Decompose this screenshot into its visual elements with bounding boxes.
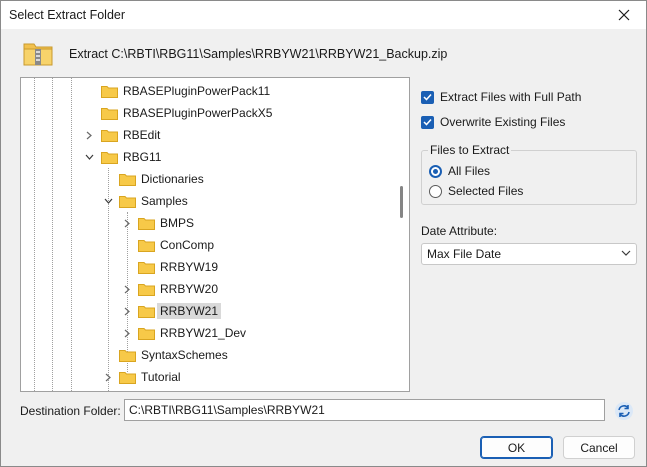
folder-icon xyxy=(119,195,136,208)
dialog-window: Select Extract Folder Extract C:\RBTI\RB… xyxy=(0,0,647,467)
chevron-down-icon xyxy=(85,154,93,160)
tree-node-label: RBG11 xyxy=(123,150,162,164)
tree-node-label: RRBYW21 xyxy=(157,303,222,319)
tree-node-label: RRBYW21_Dev xyxy=(160,326,247,340)
tree-node-samples[interactable]: Samples xyxy=(119,191,191,211)
tree-node-syntaxschemes[interactable]: SyntaxSchemes xyxy=(119,345,231,365)
chevron-right-icon xyxy=(105,373,111,381)
tree-node-bmps[interactable]: BMPS xyxy=(138,213,197,233)
folder-icon xyxy=(138,239,155,252)
expand-tutorial[interactable] xyxy=(103,372,113,382)
title-bar: Select Extract Folder xyxy=(1,1,646,29)
folder-icon xyxy=(101,107,118,120)
ok-button[interactable]: OK xyxy=(480,436,553,459)
tree-node-label: SyntaxSchemes xyxy=(141,348,228,362)
all-files-radio[interactable]: All Files xyxy=(429,164,490,178)
collapse-rbg11[interactable] xyxy=(84,152,94,162)
chevron-right-icon xyxy=(124,307,130,315)
tree-node-label: RRBYW19 xyxy=(160,260,219,274)
folder-icon xyxy=(138,261,155,274)
refresh-button[interactable] xyxy=(613,400,635,422)
tree-node-rbedit[interactable]: RBEdit xyxy=(101,125,163,145)
close-button[interactable] xyxy=(602,1,646,29)
files-to-extract-title: Files to Extract xyxy=(428,143,512,157)
folder-icon xyxy=(138,283,155,296)
checkbox-checked-icon xyxy=(421,115,434,129)
folder-icon xyxy=(101,151,118,164)
folder-icon xyxy=(138,305,155,318)
chevron-right-icon xyxy=(86,131,92,139)
tree-node-rbasepluginpowerpackx5[interactable]: RBASEPluginPowerPackX5 xyxy=(101,103,275,123)
tree-node-rrbyw21[interactable]: RRBYW21 xyxy=(138,301,222,321)
tree-node-tutorial[interactable]: Tutorial xyxy=(119,367,184,387)
overwrite-label: Overwrite Existing Files xyxy=(440,115,566,129)
collapse-samples[interactable] xyxy=(103,196,113,206)
radio-selected-icon xyxy=(429,164,442,178)
tree-node-label: Samples xyxy=(141,194,188,208)
expand-rrbyw21-dev[interactable] xyxy=(122,328,132,338)
selected-files-radio[interactable]: Selected Files xyxy=(429,184,523,198)
radio-unselected-icon xyxy=(429,184,442,198)
selected-files-label: Selected Files xyxy=(448,184,524,198)
tree-node-label: RBASEPluginPowerPackX5 xyxy=(123,106,273,120)
destination-value: C:\RBTI\RBG11\Samples\RRBYW21 xyxy=(129,403,325,417)
date-attribute-value: Max File Date xyxy=(427,247,502,261)
tree-node-label: BMPS xyxy=(160,216,195,230)
folder-icon xyxy=(138,327,155,340)
tree-node-label: ConComp xyxy=(160,238,215,252)
tree-node-dictionaries[interactable]: Dictionaries xyxy=(119,169,207,189)
expand-rrbyw21[interactable] xyxy=(122,306,132,316)
expand-rrbyw20[interactable] xyxy=(122,284,132,294)
destination-label: Destination Folder: xyxy=(20,404,121,418)
folder-tree[interactable]: RBASEPluginPowerPack11 RBASEPluginPowerP… xyxy=(20,77,410,392)
tree-node-label: RRBYW20 xyxy=(160,282,219,296)
tree-node-rbasepluginpowerpack11[interactable]: RBASEPluginPowerPack11 xyxy=(101,81,273,101)
destination-input[interactable]: C:\RBTI\RBG11\Samples\RRBYW21 xyxy=(124,399,605,421)
tree-node-rrbyw19[interactable]: RRBYW19 xyxy=(138,257,221,277)
folder-icon xyxy=(119,349,136,362)
overwrite-checkbox[interactable]: Overwrite Existing Files xyxy=(421,115,565,129)
tree-guide xyxy=(71,78,72,391)
folder-icon xyxy=(119,173,136,186)
chevron-right-icon xyxy=(124,285,130,293)
tree-node-rrbyw20[interactable]: RRBYW20 xyxy=(138,279,221,299)
all-files-label: All Files xyxy=(448,164,491,178)
zip-folder-icon xyxy=(23,43,53,66)
tree-node-concomp[interactable]: ConComp xyxy=(138,235,217,255)
folder-icon xyxy=(101,85,118,98)
tree-node-label: Dictionaries xyxy=(141,172,204,186)
tree-guide xyxy=(52,78,53,391)
checkbox-checked-icon xyxy=(421,90,434,104)
expand-rbedit[interactable] xyxy=(84,130,94,140)
archive-path-label: Extract C:\RBTI\RBG11\Samples\RRBYW21\RR… xyxy=(69,47,448,61)
full-path-label: Extract Files with Full Path xyxy=(440,90,582,104)
chevron-right-icon xyxy=(124,219,130,227)
tree-guide xyxy=(34,78,35,391)
folder-icon xyxy=(119,371,136,384)
cancel-button[interactable]: Cancel xyxy=(563,436,635,459)
chevron-down-icon xyxy=(621,250,631,256)
full-path-checkbox[interactable]: Extract Files with Full Path xyxy=(421,90,581,104)
tree-node-rrbyw21-dev[interactable]: RRBYW21_Dev xyxy=(138,323,249,343)
expand-bmps[interactable] xyxy=(122,218,132,228)
tree-node-label: RBEdit xyxy=(123,128,161,142)
files-to-extract-group: Files to Extract All Files Selected File… xyxy=(421,143,637,205)
window-title: Select Extract Folder xyxy=(9,8,126,22)
close-icon xyxy=(618,9,630,21)
chevron-down-icon xyxy=(104,198,112,204)
date-attribute-label: Date Attribute: xyxy=(421,224,498,238)
chevron-right-icon xyxy=(124,329,130,337)
tree-node-rbg11[interactable]: RBG11 xyxy=(101,147,164,167)
refresh-icon xyxy=(615,402,633,420)
folder-icon xyxy=(101,129,118,142)
tree-node-label: RBASEPluginPowerPack11 xyxy=(123,84,271,98)
tree-node-label: Tutorial xyxy=(141,370,181,384)
date-attribute-select[interactable]: Max File Date xyxy=(421,243,637,265)
tree-scrollbar-thumb[interactable] xyxy=(400,186,403,218)
folder-icon xyxy=(138,217,155,230)
